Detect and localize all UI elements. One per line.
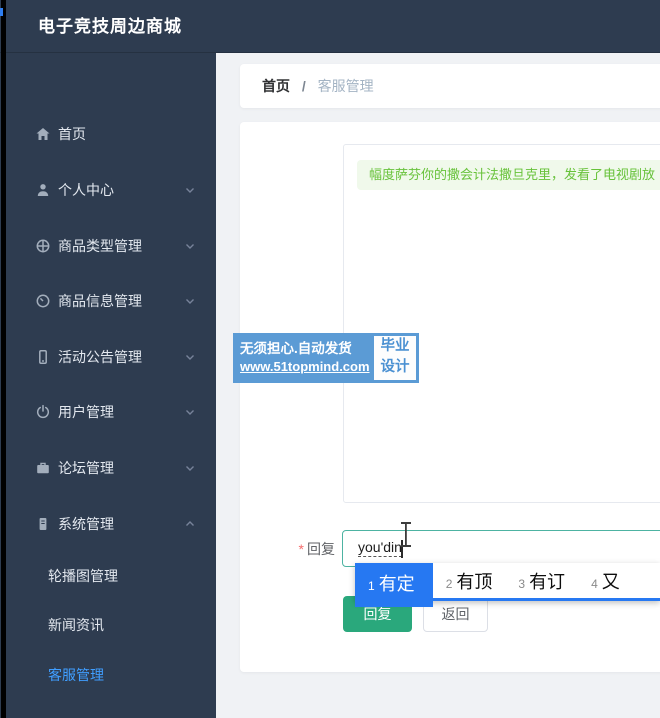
sidebar-item-product-type[interactable]: 商品类型管理: [0, 226, 216, 266]
breadcrumb-separator: /: [302, 78, 306, 94]
window-edge-strip: [1, 0, 6, 718]
breadcrumb-current: 客服管理: [318, 78, 374, 94]
watermark-text: 无须担心.自动发货 www.51topmind.com: [233, 340, 374, 376]
ime-candidate-4[interactable]: 4又: [578, 563, 633, 601]
home-icon: [35, 126, 51, 142]
sidebar-subitem-customer-service[interactable]: 客服管理: [0, 655, 216, 695]
ime-candidate-bar: 1有定 2有顶 3有订 4又: [355, 563, 660, 601]
app-window: 电子竞技周边商城 首页 个人中心 商品类型管理 商品信息管理 活动公告管理: [0, 0, 660, 718]
reply-field-label: *回复: [270, 531, 335, 568]
sidebar-item-system[interactable]: 系统管理: [0, 504, 216, 544]
sidebar-item-notice[interactable]: 活动公告管理: [0, 337, 216, 377]
phone-icon: [35, 349, 51, 365]
chevron-down-icon: [184, 351, 196, 363]
chevron-up-icon: [184, 518, 196, 530]
category-icon: [35, 238, 51, 254]
ime-candidate-1[interactable]: 1有定: [355, 563, 433, 607]
top-header: 电子竞技周边商城: [0, 0, 660, 53]
breadcrumb: 首页 / 客服管理: [262, 64, 374, 108]
sidebar-item-product-info[interactable]: 商品信息管理: [0, 281, 216, 321]
sidebar-subitem-news[interactable]: 新闻资讯: [0, 605, 216, 645]
ime-candidate-2[interactable]: 2有顶: [433, 563, 506, 601]
success-alert: 幅度萨芬你的撒会计法撒旦克里，发看了电视剧放: [357, 160, 660, 190]
ime-candidate-3[interactable]: 3有订: [505, 563, 578, 601]
breadcrumb-card: 首页 / 客服管理: [240, 64, 660, 108]
watermark-badge-line2: 设计: [374, 357, 416, 378]
message-panel: [343, 144, 660, 503]
chevron-down-icon: [184, 406, 196, 418]
back-button[interactable]: 返回: [423, 596, 488, 632]
breadcrumb-home-link[interactable]: 首页: [262, 78, 290, 94]
gauge-icon: [35, 293, 51, 309]
watermark-url: www.51topmind.com: [240, 358, 374, 376]
chevron-down-icon: [184, 295, 196, 307]
chevron-down-icon: [184, 184, 196, 196]
watermark-banner: 无须担心.自动发货 www.51topmind.com 毕业 设计: [233, 333, 419, 383]
watermark-line1: 无须担心.自动发货: [240, 340, 374, 358]
sidebar-item-orders[interactable]: 订单管理: [0, 709, 216, 718]
sidebar-item-users[interactable]: 用户管理: [0, 392, 216, 432]
reply-input[interactable]: you'din: [342, 530, 660, 567]
power-icon: [35, 404, 51, 420]
sidebar-item-home[interactable]: 首页: [0, 114, 216, 154]
app-title: 电子竞技周边商城: [38, 0, 182, 53]
sidebar-item-forum[interactable]: 论坛管理: [0, 448, 216, 488]
briefcase-icon: [35, 460, 51, 476]
sidebar-item-profile[interactable]: 个人中心: [0, 170, 216, 210]
required-asterisk: *: [299, 541, 304, 557]
watermark-badge: 毕业 设计: [374, 336, 416, 380]
document-icon: [35, 516, 51, 532]
ime-composition-text: you'din: [358, 539, 402, 557]
sidebar: 首页 个人中心 商品类型管理 商品信息管理 活动公告管理 用户管理: [0, 53, 216, 718]
ibeam-cursor: [399, 521, 413, 549]
watermark-badge-line1: 毕业: [374, 336, 416, 357]
sidebar-subitem-carousel[interactable]: 轮播图管理: [0, 556, 216, 596]
chevron-down-icon: [184, 240, 196, 252]
chevron-down-icon: [184, 462, 196, 474]
window-edge-notch: [0, 8, 3, 16]
user-icon: [35, 182, 51, 198]
